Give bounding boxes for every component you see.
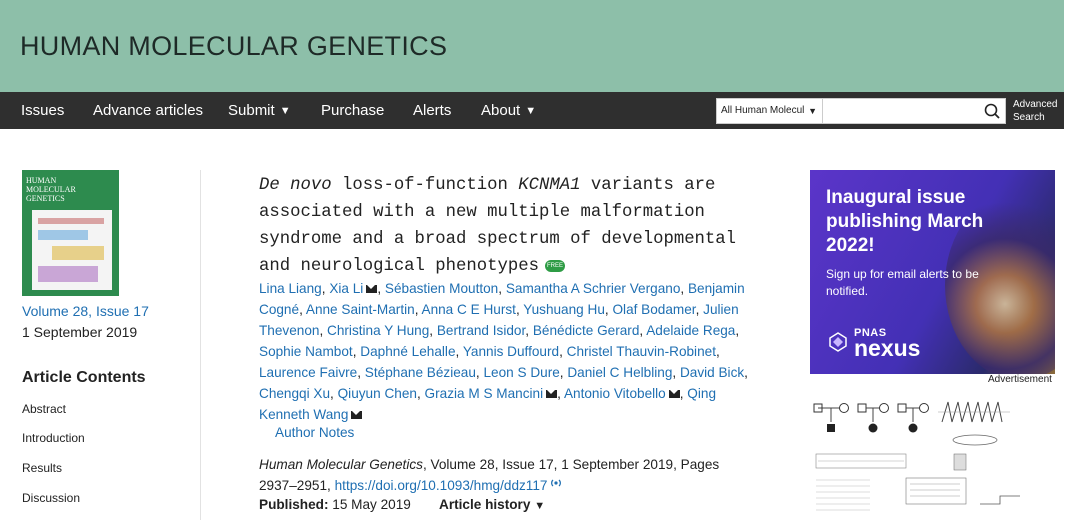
author-link[interactable]: Daphné Lehalle bbox=[360, 344, 455, 359]
pnas-logo-icon bbox=[829, 332, 847, 352]
nav-purchase[interactable]: Purchase bbox=[321, 92, 384, 129]
free-badge: FREE bbox=[545, 260, 566, 272]
caret-down-icon: ▼ bbox=[534, 500, 546, 512]
mail-icon[interactable] bbox=[366, 285, 378, 293]
article-history-label: Article history bbox=[439, 497, 531, 512]
author-link[interactable]: Olaf Bodamer bbox=[612, 302, 695, 317]
doi-link[interactable]: https://doi.org/10.1093/hmg/ddz117 bbox=[335, 478, 548, 493]
published-label: Published: bbox=[259, 497, 329, 512]
search-scope-value: All Human Molecul bbox=[721, 105, 805, 116]
search-box: All Human Molecul ▼ bbox=[716, 98, 1006, 124]
issue-date: 1 September 2019 bbox=[22, 324, 138, 340]
author-link[interactable]: Daniel C Helbling bbox=[567, 365, 672, 380]
author-link[interactable]: Yushuang Hu bbox=[523, 302, 605, 317]
nav-advance-articles[interactable]: Advance articles bbox=[93, 92, 203, 129]
author-link[interactable]: Qiuyun Chen bbox=[338, 386, 417, 401]
author-link[interactable]: Antonio Vitobello bbox=[564, 386, 666, 401]
altmetric-signal-icon[interactable] bbox=[549, 478, 563, 488]
advertisement-label: Advertisement bbox=[988, 374, 1052, 385]
article-figure-thumbnail[interactable] bbox=[810, 392, 1055, 521]
author-link[interactable]: David Bick bbox=[680, 365, 744, 380]
masthead: HUMAN MOLECULAR GENETICS bbox=[0, 0, 1064, 92]
ad-brand-big: nexus bbox=[854, 335, 921, 361]
author-link[interactable]: Christel Thauvin-Robinet bbox=[567, 344, 716, 359]
ad-headline: Inaugural issue publishing March 2022! bbox=[826, 187, 984, 256]
issue-volume-link[interactable]: Volume 28, Issue 17 bbox=[22, 303, 149, 319]
toc-introduction[interactable]: Introduction bbox=[22, 431, 85, 445]
advanced-search-link[interactable]: Advanced Search bbox=[1013, 98, 1061, 124]
citation-journal: Human Molecular Genetics bbox=[259, 457, 423, 472]
caret-down-icon: ▼ bbox=[525, 105, 537, 117]
search-icon bbox=[984, 103, 1000, 119]
author-list: Lina Liang, Xia Li, Sébastien Moutton, S… bbox=[259, 281, 748, 422]
author-link[interactable]: Anna C E Hurst bbox=[422, 302, 516, 317]
nav-about-label: About bbox=[481, 102, 521, 119]
published-line: Published: 15 May 2019 bbox=[259, 497, 411, 512]
author-link[interactable]: Laurence Faivre bbox=[259, 365, 357, 380]
mail-icon[interactable] bbox=[668, 390, 680, 398]
author-link[interactable]: Sébastien Moutton bbox=[385, 281, 498, 296]
author-link[interactable]: Chengqi Xu bbox=[259, 386, 330, 401]
search-button[interactable] bbox=[979, 99, 1005, 123]
nav-submit-label: Submit bbox=[228, 102, 275, 119]
published-date: 15 May 2019 bbox=[332, 497, 411, 512]
nav-submit[interactable]: Submit ▼ bbox=[228, 92, 291, 129]
author-link[interactable]: Stéphane Bézieau bbox=[365, 365, 476, 380]
article-title: De novo loss-of-function KCNMA1 variants… bbox=[259, 176, 737, 276]
advertisement-banner[interactable]: Inaugural issue publishing March 2022! S… bbox=[810, 170, 1055, 374]
toc-discussion[interactable]: Discussion bbox=[22, 491, 80, 505]
author-link[interactable]: Bertrand Isidor bbox=[437, 323, 525, 338]
author-link[interactable]: Grazia M S Mancini bbox=[425, 386, 544, 401]
article-history-toggle[interactable]: Article history ▼ bbox=[439, 497, 545, 512]
toc-abstract[interactable]: Abstract bbox=[22, 402, 66, 416]
mail-icon[interactable] bbox=[351, 411, 363, 419]
issue-cover-image[interactable]: HUMAN MOLECULAR GENETICS bbox=[22, 170, 119, 296]
author-link[interactable]: Yannis Duffourd bbox=[463, 344, 559, 359]
author-link[interactable]: Christina Y Hung bbox=[327, 323, 429, 338]
author-link[interactable]: Sophie Nambot bbox=[259, 344, 353, 359]
author-notes-link[interactable]: Author Notes bbox=[275, 425, 354, 440]
nav-alerts[interactable]: Alerts bbox=[413, 92, 451, 129]
main-nav: Issues Advance articles Submit ▼ Purchase… bbox=[0, 92, 1064, 129]
nav-issues[interactable]: Issues bbox=[21, 92, 64, 129]
author-link[interactable]: Lina Liang bbox=[259, 281, 322, 296]
journal-title[interactable]: HUMAN MOLECULAR GENETICS bbox=[20, 31, 447, 62]
citation: Human Molecular Genetics, Volume 28, Iss… bbox=[259, 454, 759, 496]
caret-down-icon: ▼ bbox=[279, 105, 291, 117]
author-link[interactable]: Samantha A Schrier Vergano bbox=[506, 281, 681, 296]
caret-down-icon: ▼ bbox=[808, 106, 817, 116]
cover-figure bbox=[32, 210, 112, 290]
author-link[interactable]: Bénédicte Gerard bbox=[533, 323, 640, 338]
toc-results[interactable]: Results bbox=[22, 461, 62, 475]
author-link[interactable]: Xia Li bbox=[329, 281, 363, 296]
search-input[interactable] bbox=[824, 99, 979, 123]
author-link[interactable]: Anne Saint-Martin bbox=[306, 302, 415, 317]
mail-icon[interactable] bbox=[546, 390, 558, 398]
cover-title: HUMAN MOLECULAR GENETICS bbox=[26, 176, 76, 203]
ad-subtext: Sign up for email alerts to be notified. bbox=[826, 267, 979, 298]
search-scope-select[interactable]: All Human Molecul ▼ bbox=[717, 99, 823, 123]
column-divider bbox=[200, 170, 201, 520]
article-contents-heading: Article Contents bbox=[22, 369, 146, 386]
author-link[interactable]: Adelaide Rega bbox=[646, 323, 735, 338]
nav-about[interactable]: About ▼ bbox=[481, 92, 536, 129]
author-link[interactable]: Leon S Dure bbox=[483, 365, 559, 380]
